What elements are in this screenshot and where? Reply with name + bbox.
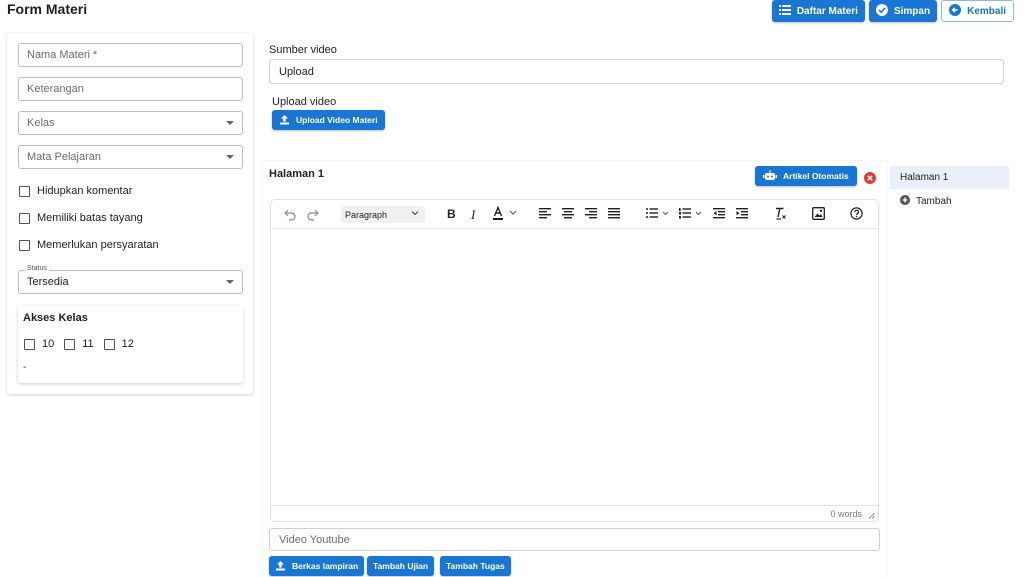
close-circle-icon[interactable] [864,171,876,189]
akses-kelas-panel: Akses Kelas 10 11 12 - [18,306,243,383]
artikel-otomatis-button[interactable]: Artikel Otomatis [755,166,857,186]
editor-statusbar: 0 words [270,505,879,522]
sumber-video-label: Sumber video [269,44,337,56]
checkbox-box[interactable] [103,338,115,350]
text-color-icon[interactable] [492,206,522,221]
image-icon[interactable] [812,207,825,220]
robot-icon [763,169,777,183]
word-count: 0 words [830,509,862,519]
akses-option-10[interactable]: 10 [24,338,54,350]
bold-icon[interactable]: B [447,207,456,221]
akses-kelas-options: 10 11 12 [24,338,134,350]
pages-panel: Halaman 1 Tambah [890,166,1009,213]
outdent-icon[interactable] [713,208,725,219]
batas-tayang-checkbox[interactable]: Memiliki batas tayang [19,212,143,224]
upload-icon [275,560,286,573]
akses-option-11[interactable]: 11 [64,338,94,350]
akses-option-label: 10 [42,338,55,350]
akses-note: - [23,362,27,373]
status-legend: Status [25,265,49,272]
checkbox-label: Hidupkan komentar [37,185,133,197]
kelas-select[interactable]: Kelas [18,111,243,135]
sumber-video-select[interactable]: Upload [269,59,1004,84]
indent-icon[interactable] [736,208,748,219]
bullet-list-icon[interactable] [646,208,674,219]
checkbox-box[interactable] [64,338,76,350]
page-list-item-label: Halaman 1 [900,172,949,183]
block-format-select[interactable]: Paragraph [341,206,425,223]
numbered-list-icon[interactable] [679,208,707,219]
upload-video-button-label: Upload Video Materi [296,115,378,125]
artikel-otomatis-label: Artikel Otomatis [783,171,849,181]
editor-toolbar: Paragraph B I [270,199,879,229]
halaman-title: Halaman 1 [269,168,325,180]
checkbox-label: Memiliki batas tayang [37,212,143,224]
mata-pelajaran-select[interactable]: Mata Pelajaran [18,145,243,169]
redo-icon[interactable] [306,207,320,221]
chevron-down-icon [226,280,234,284]
simpan-button[interactable]: Simpan [868,0,938,22]
align-justify-icon[interactable] [608,208,620,219]
checkbox-box[interactable] [24,338,35,350]
keterangan-input[interactable]: Keterangan [18,77,243,101]
status-value: Tersedia [27,276,69,288]
tambah-tugas-label: Tambah Tugas [446,561,505,571]
tambah-ujian-button[interactable]: Tambah Ujian [367,556,435,576]
block-format-value: Paragraph [345,209,388,220]
align-right-icon[interactable] [585,208,597,219]
akses-option-label: 12 [121,338,134,350]
chevron-down-icon [226,155,234,159]
tambah-halaman-label: Tambah [916,195,952,207]
page-list-item[interactable]: Halaman 1 [890,166,1009,189]
resize-handle-icon[interactable] [868,511,875,521]
chevron-down-icon [411,209,419,219]
status-select[interactable]: Status Tersedia [18,265,243,294]
kembali-button[interactable]: Kembali [941,0,1014,22]
simpan-label: Simpan [893,5,931,17]
kembali-label: Kembali [967,5,1006,17]
upload-video-button[interactable]: Upload Video Materi [272,110,385,130]
keterangan-placeholder: Keterangan [27,83,84,95]
chevron-down-icon [226,121,234,125]
tambah-halaman-button[interactable]: Tambah [890,189,1009,213]
header-actions: Daftar Materi Simpan Kembali [771,0,1014,22]
checkbox-box[interactable] [19,185,30,197]
clear-formatting-icon[interactable] [774,207,787,220]
tambah-tugas-button[interactable]: Tambah Tugas [440,556,511,576]
check-circle-icon [875,3,888,19]
daftar-materi-label: Daftar Materi [796,5,858,17]
nama-materi-input[interactable]: Nama Materi * [18,43,243,67]
nama-materi-placeholder: Nama Materi * [27,49,98,61]
materi-settings-card: Nama Materi * Keterangan Kelas Mata Pela… [7,33,253,394]
help-icon[interactable] [850,207,863,220]
hidupkan-komentar-checkbox[interactable]: Hidupkan komentar [19,185,132,197]
page-title: Form Materi [7,1,88,17]
plus-circle-icon [900,194,910,208]
mapel-placeholder: Mata Pelajaran [27,151,101,163]
kelas-placeholder: Kelas [27,117,55,129]
upload-video-label: Upload video [272,96,337,108]
align-left-icon[interactable] [539,208,551,219]
align-center-icon[interactable] [562,208,574,219]
checkbox-box[interactable] [19,212,30,224]
sumber-video-value: Upload [279,65,314,78]
video-youtube-placeholder: Video Youtube [279,533,350,546]
akses-kelas-title: Akses Kelas [23,312,88,324]
daftar-materi-button[interactable]: Daftar Materi [771,0,865,22]
berkas-lampiran-label: Berkas lampiran [292,561,359,571]
italic-icon[interactable]: I [471,207,475,223]
list-icon [778,4,791,18]
rich-text-area[interactable] [270,229,879,505]
berkas-lampiran-button[interactable]: Berkas lampiran [269,556,365,576]
akses-option-12[interactable]: 12 [103,338,134,350]
video-youtube-input[interactable]: Video Youtube [269,528,880,551]
arrow-left-circle-icon [949,3,962,19]
checkbox-label: Memerlukan persyaratan [37,239,159,251]
checkbox-box[interactable] [19,239,30,251]
persyaratan-checkbox[interactable]: Memerlukan persyaratan [19,239,159,251]
undo-icon[interactable] [283,207,297,221]
akses-option-label: 11 [82,338,94,350]
upload-icon [279,114,290,127]
tambah-ujian-label: Tambah Ujian [373,561,429,571]
